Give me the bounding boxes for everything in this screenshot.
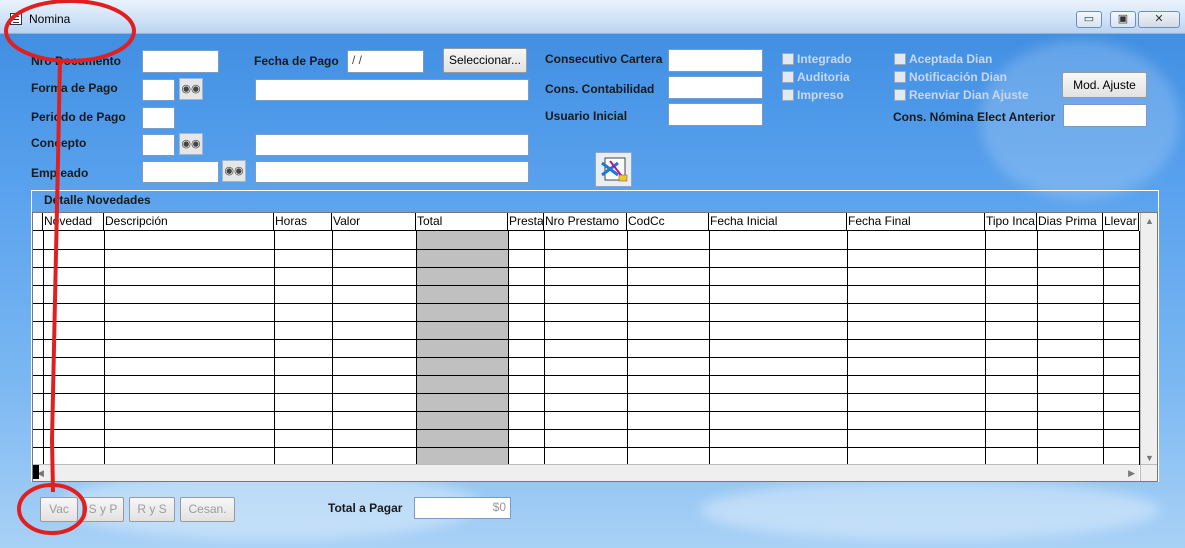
annotation-ellipse-vac — [17, 483, 87, 535]
red-annotation — [4, 0, 136, 535]
annotation-connector-line — [49, 59, 62, 493]
annotation-ellipse-title — [4, 0, 136, 63]
